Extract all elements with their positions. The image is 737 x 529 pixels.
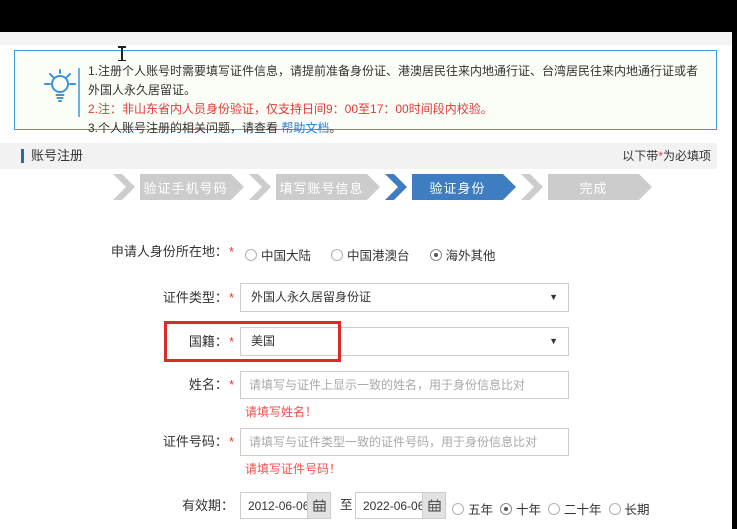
page-background-strip (0, 32, 732, 45)
calendar-button[interactable] (422, 493, 445, 518)
registration-page: 1.注册个人账号时需要填写证件信息，请提前准备身份证、港澳居民往来内地通行证、台… (0, 0, 737, 529)
section-accent-bar (21, 149, 24, 163)
notice-line-3: 3.个人账号注册的相关问题，请查看 帮助文档。 (88, 119, 708, 138)
radio-circle-icon (245, 249, 257, 261)
date-range-separator: 至 (340, 492, 353, 519)
cert-type-select[interactable]: 外国人永久居留身份证 ▼ (240, 283, 569, 312)
radio-circle-icon (452, 503, 464, 515)
row-cert-number: 证件号码：* (0, 428, 733, 456)
radio-ten-years[interactable]: 十年 (500, 499, 541, 518)
row-validity: 有效期： 至 (0, 492, 733, 519)
required-fields-note: 以下带*为必填项 (622, 143, 711, 169)
cert-type-label: 证件类型：* (0, 283, 234, 312)
nationality-label: 国籍：* (0, 327, 234, 356)
lightbulb-icon (41, 67, 79, 112)
notice-line-1: 1.注册个人账号时需要填写证件信息，请提前准备身份证、港澳居民往来内地通行证、台… (88, 62, 708, 100)
chevron-down-icon: ▼ (549, 328, 558, 355)
row-name: 姓名：* (0, 371, 733, 399)
notice-line-3-suffix: 。 (329, 121, 341, 135)
row-nationality: 国籍：* 美国 ▼ (0, 327, 733, 356)
name-error-message: 请填写姓名！ (245, 403, 317, 420)
radio-china-mainland[interactable]: 中国大陆 (245, 245, 311, 264)
cert-number-input[interactable] (240, 428, 569, 456)
step-chevron-icon (521, 174, 543, 200)
calendar-icon (428, 499, 441, 512)
calendar-icon (313, 499, 326, 512)
chevron-down-icon: ▼ (549, 284, 558, 311)
applicant-location-label: 申请人身份所在地：* (0, 243, 234, 261)
nationality-select[interactable]: 美国 ▼ (240, 327, 569, 356)
notice-line-2: 2.注：非山东省内人员身份验证，仅支持日间9：00至17：00时间段内校验。 (88, 100, 708, 119)
name-input[interactable] (240, 371, 569, 399)
step-chevron-icon (385, 174, 407, 200)
section-header-bar: 账号注册 以下带*为必填项 (0, 143, 717, 169)
radio-overseas-other[interactable]: 海外其他 (430, 245, 496, 264)
page-title: 账号注册 (31, 143, 83, 169)
right-black-strip (732, 0, 737, 529)
radio-circle-icon (609, 503, 621, 515)
cert-type-value: 外国人永久居留身份证 (251, 290, 371, 304)
nationality-value: 美国 (251, 334, 275, 348)
step-chevron-icon (249, 174, 271, 200)
radio-hk-macao-taiwan[interactable]: 中国港澳台 (331, 245, 410, 264)
step-verify-identity: 验证身份 (412, 174, 516, 200)
name-label: 姓名：* (0, 371, 234, 399)
notice-box: 1.注册个人账号时需要填写证件信息，请提前准备身份证、港澳居民往来内地通行证、台… (14, 50, 717, 130)
validity-end-input[interactable] (356, 493, 422, 518)
step-wizard: 验证手机号码 填写账号信息 验证身份 完成 (113, 174, 657, 200)
cert-number-label: 证件号码：* (0, 428, 234, 456)
row-cert-type: 证件类型：* 外国人永久居留身份证 ▼ (0, 283, 733, 312)
validity-end-date-box (355, 492, 446, 519)
radio-long-term[interactable]: 长期 (609, 499, 650, 518)
notice-line-3-text: 3.个人账号注册的相关问题，请查看 (88, 121, 281, 135)
step-chevron-icon (113, 174, 135, 200)
row-applicant-location: 申请人身份所在地：* 中国大陆 中国港澳台 海外其他 (0, 243, 733, 261)
radio-circle-icon (331, 249, 343, 261)
step-verify-phone: 验证手机号码 (140, 174, 244, 200)
applicant-location-radio-group: 中国大陆 中国港澳台 海外其他 (245, 245, 496, 264)
step-complete: 完成 (548, 174, 652, 200)
calendar-button[interactable] (307, 493, 330, 518)
validity-label: 有效期： (0, 492, 234, 519)
radio-circle-icon (430, 249, 442, 261)
validity-start-input[interactable] (241, 493, 307, 518)
radio-circle-icon (500, 503, 512, 515)
validity-duration-radio-group: 五年 十年 二十年 长期 (452, 499, 650, 518)
text-cursor-icon (117, 46, 127, 61)
validity-start-date-box (240, 492, 331, 519)
step-fill-account-info: 填写账号信息 (276, 174, 380, 200)
radio-twenty-years[interactable]: 二十年 (548, 499, 602, 518)
cert-number-error-message: 请填写证件号码！ (245, 460, 341, 477)
radio-circle-icon (548, 503, 560, 515)
top-black-bar (0, 0, 737, 32)
help-doc-link[interactable]: 帮助文档 (281, 121, 329, 135)
notice-divider (78, 68, 80, 117)
radio-five-years[interactable]: 五年 (452, 499, 493, 518)
